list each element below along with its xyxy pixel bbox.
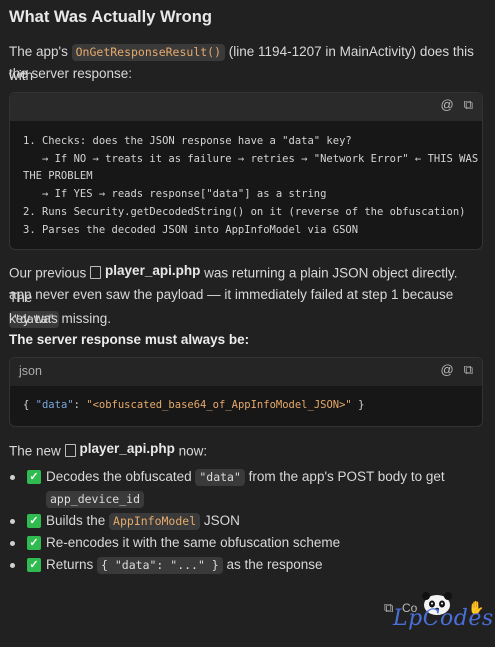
file-reference[interactable]: player_api.php [64, 437, 175, 461]
li-post: from the app's POST body to get [244, 469, 445, 484]
json-value: "<obfuscated_base64_of_AppInfoModel_JSON… [86, 399, 352, 411]
code-block-header: @ ⧉ [10, 93, 482, 121]
list-item-text: Returns { "data": "..." } as the respons… [46, 554, 323, 576]
file-reference[interactable]: player_api.php [90, 259, 200, 283]
inline-code: { "data": "..." } [97, 557, 223, 574]
code-line: 1. Checks: does the JSON response have a… [23, 135, 352, 147]
watermark-logo: LpCodes [393, 606, 494, 631]
code-line: 2. Runs Security.getDecodedString() on i… [23, 206, 466, 218]
list-item-text: Builds the AppInfoModel JSON [46, 510, 240, 532]
inline-code: AppInfoModel [109, 513, 201, 530]
copy-icon[interactable]: ⧉ [464, 362, 473, 378]
bullet [10, 519, 15, 524]
list-item-text: Decodes the obfuscated "data" from the a… [46, 466, 445, 508]
at-icon[interactable]: @ [441, 97, 454, 113]
file-name: player_api.php [79, 441, 175, 456]
code-line: THE PROBLEM [23, 170, 93, 182]
p2-pre: Our previous [9, 265, 91, 281]
li-pre: Decodes the obfuscated [46, 469, 196, 484]
bullet [10, 541, 15, 546]
check-icon: ✓ [27, 470, 41, 484]
p1-pre: The app's [9, 44, 72, 59]
code-line: → If YES → reads response["data"] as a s… [23, 188, 327, 200]
check-icon: ✓ [27, 536, 41, 550]
copy-icon[interactable]: ⧉ [384, 600, 393, 616]
code-block-json: json @ ⧉ { "data": "<obfuscated_base64_o… [9, 357, 483, 427]
inline-code: app_device_id [46, 491, 145, 508]
inline-code: "data" [195, 469, 245, 486]
json-colon: : [73, 399, 87, 411]
json-brace: } [351, 399, 365, 411]
li-pre: Re-encodes it with the same obfuscation … [46, 535, 341, 550]
bold-statement: The server response must always be: [9, 332, 250, 347]
copy-icon[interactable]: ⧉ [464, 97, 473, 113]
file-icon [90, 265, 102, 279]
p2-line2: app never even saw the payload — it imme… [9, 287, 454, 302]
code-block-header: json @ ⧉ [10, 358, 482, 386]
code-line: 3. Parses the decoded JSON into AppInfoM… [23, 224, 359, 236]
file-icon [64, 443, 76, 457]
file-name: player_api.php [105, 263, 201, 278]
at-icon[interactable]: @ [441, 362, 454, 378]
p3-pre: The new [9, 443, 65, 459]
p3-post: now: [174, 443, 208, 459]
list-item-text: Re-encodes it with the same obfuscation … [46, 532, 340, 554]
check-icon: ✓ [27, 514, 41, 528]
li-post: JSON [200, 513, 240, 528]
json-brace: { [23, 399, 36, 411]
json-key: "data" [35, 399, 74, 411]
json-line: { "data": "<obfuscated_base64_of_AppInfo… [23, 397, 364, 414]
bullet [10, 563, 15, 568]
code-language-label: json [19, 364, 42, 378]
li-post: as the response [222, 557, 323, 572]
inline-code-method: OnGetResponseResult() [71, 44, 226, 61]
section-heading: What Was Actually Wrong [9, 8, 212, 26]
li-pre: Builds the [46, 513, 110, 528]
check-icon: ✓ [27, 558, 41, 572]
code-block-1: @ ⧉ 1. Checks: does the JSON response ha… [9, 92, 483, 250]
paragraph-3: The new player_api.php now: [9, 437, 207, 464]
code-line: → If NO → treats it as failure → retries… [23, 153, 479, 165]
li-pre: Returns [46, 557, 98, 572]
bullet [10, 475, 15, 480]
paragraph-1-line2: the server response: [9, 66, 133, 81]
